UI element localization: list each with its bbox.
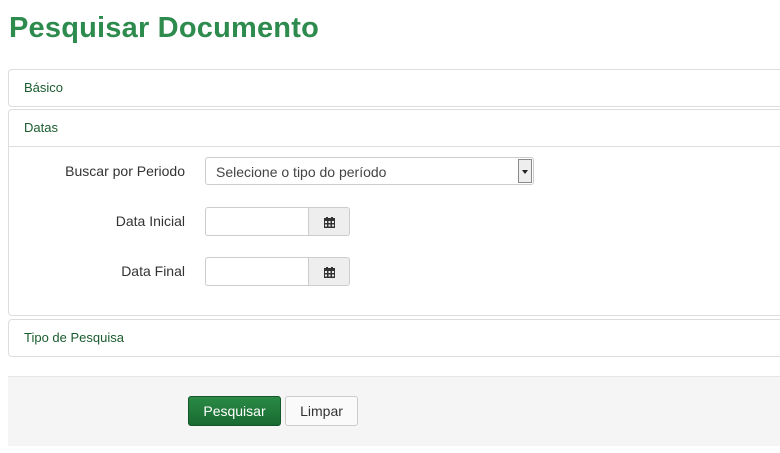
period-label: Buscar por Periodo (65, 163, 185, 179)
panel-datas: Datas Buscar por Periodo Selecione o tip… (8, 109, 780, 316)
form-actions-bar: Pesquisar Limpar (8, 376, 780, 446)
chevron-down-icon[interactable] (518, 159, 532, 183)
period-row: Buscar por Periodo Selecione o tipo do p… (9, 157, 609, 187)
panel-heading-tipo-pesquisa[interactable]: Tipo de Pesquisa (9, 320, 780, 356)
end-date-row: Data Final (9, 257, 609, 287)
clear-button[interactable]: Limpar (285, 396, 358, 426)
end-date-label: Data Final (121, 263, 185, 279)
start-date-row: Data Inicial (9, 207, 609, 237)
start-date-label: Data Inicial (115, 213, 185, 229)
panel-tipo-pesquisa: Tipo de Pesquisa (8, 319, 780, 357)
panel-basico: Básico (8, 69, 780, 107)
end-date-calendar-button[interactable] (308, 257, 350, 286)
page-title: Pesquisar Documento (9, 12, 319, 44)
search-button[interactable]: Pesquisar (188, 396, 281, 426)
start-date-input[interactable] (205, 207, 309, 236)
period-select-value: Selecione o tipo do período (216, 164, 387, 180)
period-select[interactable]: Selecione o tipo do período (205, 157, 534, 185)
end-date-input[interactable] (205, 257, 309, 286)
panel-heading-datas[interactable]: Datas (9, 110, 780, 147)
start-date-calendar-button[interactable] (308, 207, 350, 236)
panel-heading-basico[interactable]: Básico (9, 70, 780, 106)
calendar-icon (324, 217, 335, 228)
calendar-icon (324, 267, 335, 278)
